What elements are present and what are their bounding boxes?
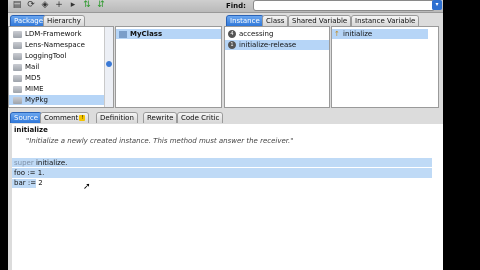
find-dropdown-icon[interactable]: ▾ [432,0,442,10]
tab-definition[interactable]: Definition [96,112,138,123]
folder-icon [13,85,22,93]
tab-hierarchy[interactable]: Hierarchy [43,15,85,26]
find-label: Find: [226,2,246,10]
add-icon[interactable]: + [54,1,64,10]
package-tabs: Package Hierarchy [10,14,115,26]
tab-shared-variable[interactable]: Shared Variable [288,15,352,26]
tab-comment[interactable]: Comment! [40,112,90,123]
list-item[interactable]: LoggingTool [9,51,104,61]
list-item[interactable]: Lens-Namespace [9,40,104,50]
method-green-icon[interactable]: ⇵ [96,1,106,10]
count-badge: 1 [228,41,236,49]
folder-icon [13,41,22,49]
class-list[interactable]: MyClass [115,26,222,108]
class-green-icon[interactable]: ⇅ [82,1,92,10]
list-item-selected[interactable]: MyPkg [9,95,104,105]
tab-rewrite[interactable]: Rewrite [143,112,178,123]
code-line-2: foo := 1. [14,169,45,177]
folder-icon [13,52,22,60]
list-item[interactable]: MIME [9,84,104,94]
code-line-3: bar := 2 [14,179,43,187]
editor-tabs: Source Comment! Definition Rewrite Code … [10,111,310,123]
side-tabs: Instance Class Shared Variable Instance … [226,14,443,26]
list-item-selected[interactable]: 1 initialize-release [225,40,329,50]
tab-code-critic[interactable]: Code Critic [177,112,224,123]
method-selector: initialize [14,126,48,134]
method-comment: "Initialize a newly created instance. Th… [26,137,294,145]
count-badge: 4 [228,30,236,38]
category-list[interactable]: 4 accessing 1 initialize-release [224,26,330,108]
toolbar: ▤ ⟳ ◈ + ▸ ⇅ ⇵ Find: ▾ [8,0,443,13]
browser-icon[interactable]: ▤ [12,1,22,10]
package-list[interactable]: LDM-Framework Lens-Namespace LoggingTool… [8,26,114,108]
tab-package[interactable]: Package [10,15,48,26]
folder-icon [13,74,22,82]
scrollbar[interactable] [104,27,113,107]
browser-window: ▤ ⟳ ◈ + ▸ ⇅ ⇵ Find: ▾ Package Hierarchy … [8,0,443,270]
method-list[interactable]: ↑ initialize [331,26,439,108]
tab-class[interactable]: Class [262,15,289,26]
list-item-selected[interactable]: ↑ initialize [332,29,428,39]
folder-icon [13,96,22,104]
scroll-thumb[interactable] [106,61,112,67]
find-input[interactable] [253,0,435,11]
folder-icon [13,63,22,71]
mouse-cursor-icon: ➚ [83,182,91,192]
code-editor[interactable]: initialize "Initialize a newly created i… [12,124,443,270]
selection-highlight [12,168,432,178]
list-item-selected[interactable]: MyClass [116,29,221,39]
class-icon [119,30,127,38]
tab-source[interactable]: Source [10,112,43,123]
tab-instance-variable[interactable]: Instance Variable [351,15,420,26]
list-item[interactable]: LDM-Framework [9,29,104,39]
tab-instance[interactable]: Instance [226,15,264,26]
code-line-1: super initialize. [14,159,68,167]
list-item[interactable]: MD5 [9,73,104,83]
selection-highlight [12,158,432,167]
tag-icon[interactable]: ◈ [40,1,50,10]
override-icon: ↑ [334,29,340,38]
forward-icon[interactable]: ▸ [68,1,78,10]
folder-icon [13,30,22,38]
refresh-icon[interactable]: ⟳ [26,1,36,10]
list-item[interactable]: 4 accessing [225,29,329,39]
warning-icon: ! [79,115,86,121]
list-item[interactable]: Mail [9,62,104,72]
